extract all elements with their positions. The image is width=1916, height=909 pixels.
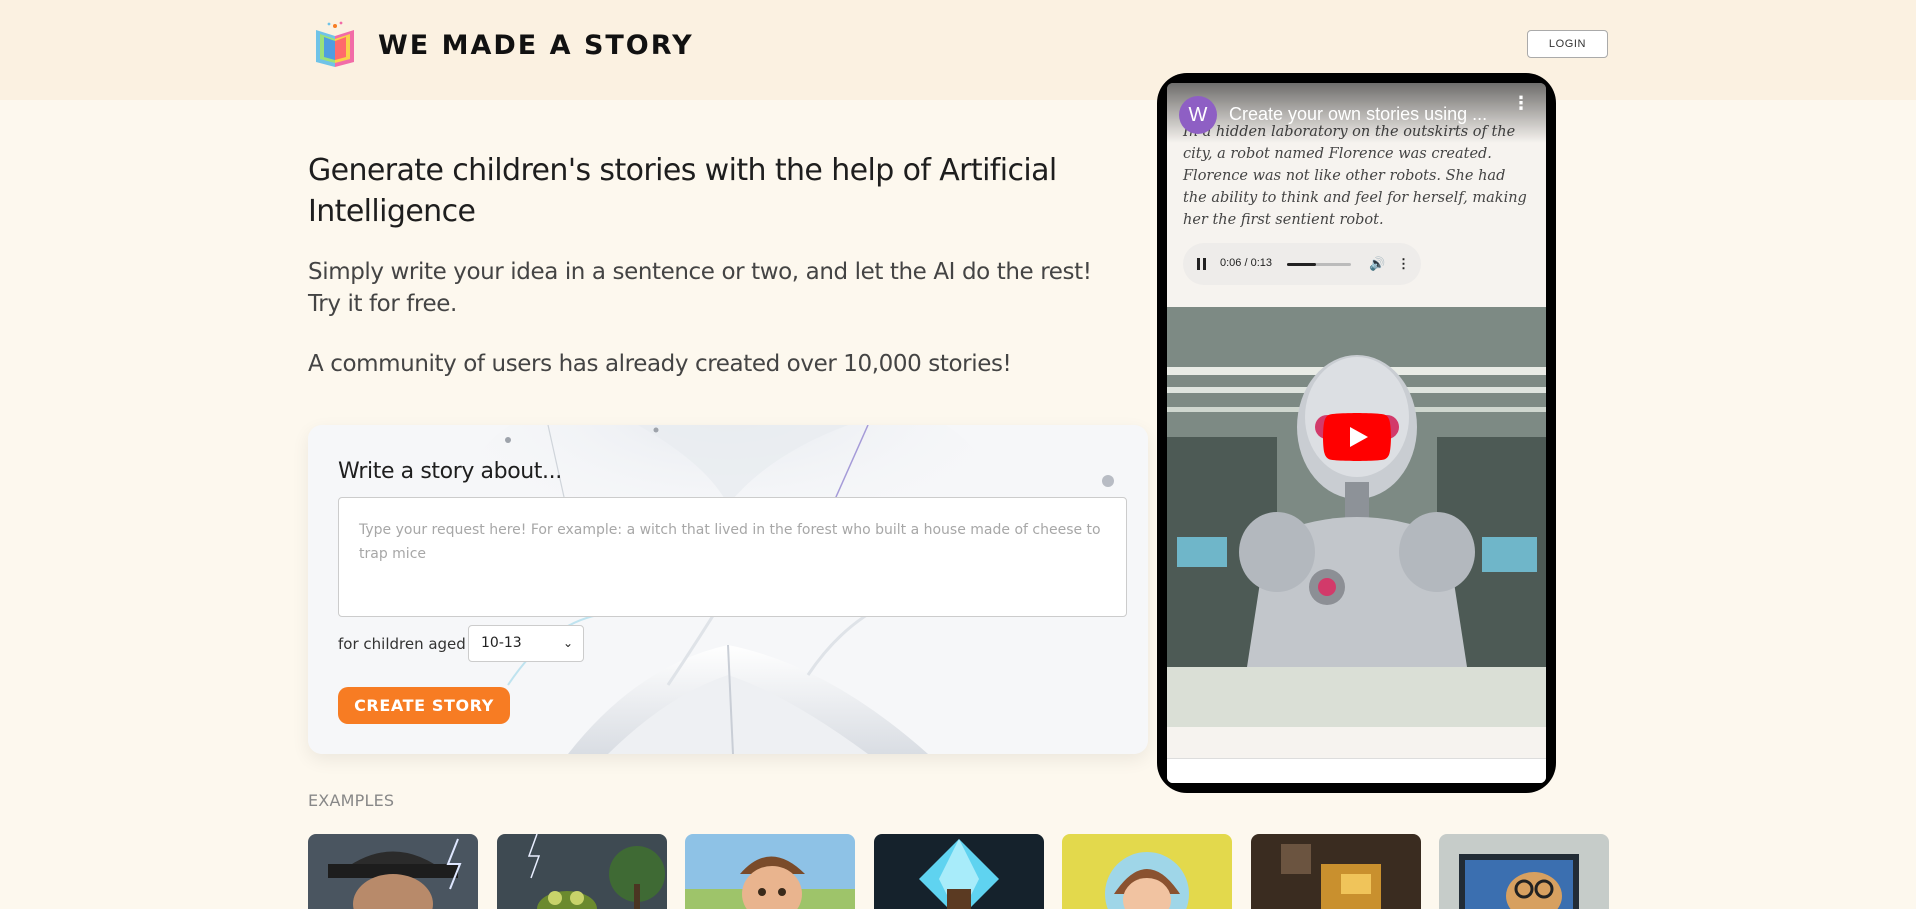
video-bottom-bar	[1167, 758, 1546, 783]
example-card[interactable]	[685, 834, 855, 909]
video-player[interactable]: In a hidden laboratory on the outskirts …	[1167, 83, 1546, 783]
story-idea-input[interactable]	[338, 497, 1127, 617]
create-story-button[interactable]: CREATE STORY	[338, 687, 510, 724]
example-card[interactable]	[497, 834, 667, 909]
chevron-down-icon: ⌄	[562, 636, 573, 650]
open-book-icon	[310, 20, 360, 70]
age-select-value: 10-13	[481, 635, 522, 651]
example-card[interactable]	[1062, 834, 1232, 909]
form-label: Write a story about...	[338, 459, 562, 484]
video-title-bar: W Create your own stories using ... ⋮	[1167, 83, 1546, 143]
brand-name: WE MADE A STORY	[378, 29, 694, 61]
login-button[interactable]: LOGIN	[1527, 30, 1608, 58]
volume-icon[interactable]: 🔊	[1369, 256, 1385, 272]
example-thumbnail	[497, 834, 667, 909]
brand-logo[interactable]: WE MADE A STORY	[310, 20, 694, 70]
audio-progress-track[interactable]	[1287, 263, 1351, 266]
age-select[interactable]: 10-13 ⌄	[468, 625, 584, 662]
hero-title: Generate children's stories with the hel…	[308, 153, 1057, 229]
community-text: A community of users has already created…	[308, 351, 1012, 377]
audio-time: 0:06 / 0:13	[1220, 257, 1272, 269]
hero-subtitle: Simply write your idea in a sentence or …	[308, 259, 1092, 317]
audio-more-icon[interactable]: ⋮	[1397, 256, 1410, 272]
example-thumbnail	[874, 834, 1044, 909]
example-thumbnail	[1062, 834, 1232, 909]
example-thumbnail	[308, 834, 478, 909]
audio-player[interactable]: 0:06 / 0:13 🔊 ⋮	[1183, 243, 1421, 285]
site-header: WE MADE A STORY LOGIN	[0, 0, 1916, 100]
video-title[interactable]: Create your own stories using ...	[1229, 104, 1489, 125]
robot-illustration	[1167, 307, 1546, 727]
example-thumbnail	[1251, 834, 1421, 909]
channel-avatar[interactable]: W	[1179, 96, 1217, 134]
example-card[interactable]	[308, 834, 478, 909]
example-thumbnail	[1439, 834, 1609, 909]
audio-progress-fill	[1287, 263, 1317, 266]
examples-heading: EXAMPLES	[308, 791, 395, 810]
example-card[interactable]	[1439, 834, 1609, 909]
pause-icon[interactable]	[1197, 258, 1207, 270]
example-card[interactable]	[1251, 834, 1421, 909]
phone-mockup: In a hidden laboratory on the outskirts …	[1157, 73, 1556, 793]
youtube-play-icon[interactable]	[1323, 413, 1391, 461]
example-card[interactable]	[874, 834, 1044, 909]
video-more-icon[interactable]: ⋮	[1512, 95, 1530, 113]
age-label: for children aged	[338, 635, 466, 653]
story-form: Write a story about... for children aged…	[308, 425, 1148, 754]
example-thumbnail	[685, 834, 855, 909]
